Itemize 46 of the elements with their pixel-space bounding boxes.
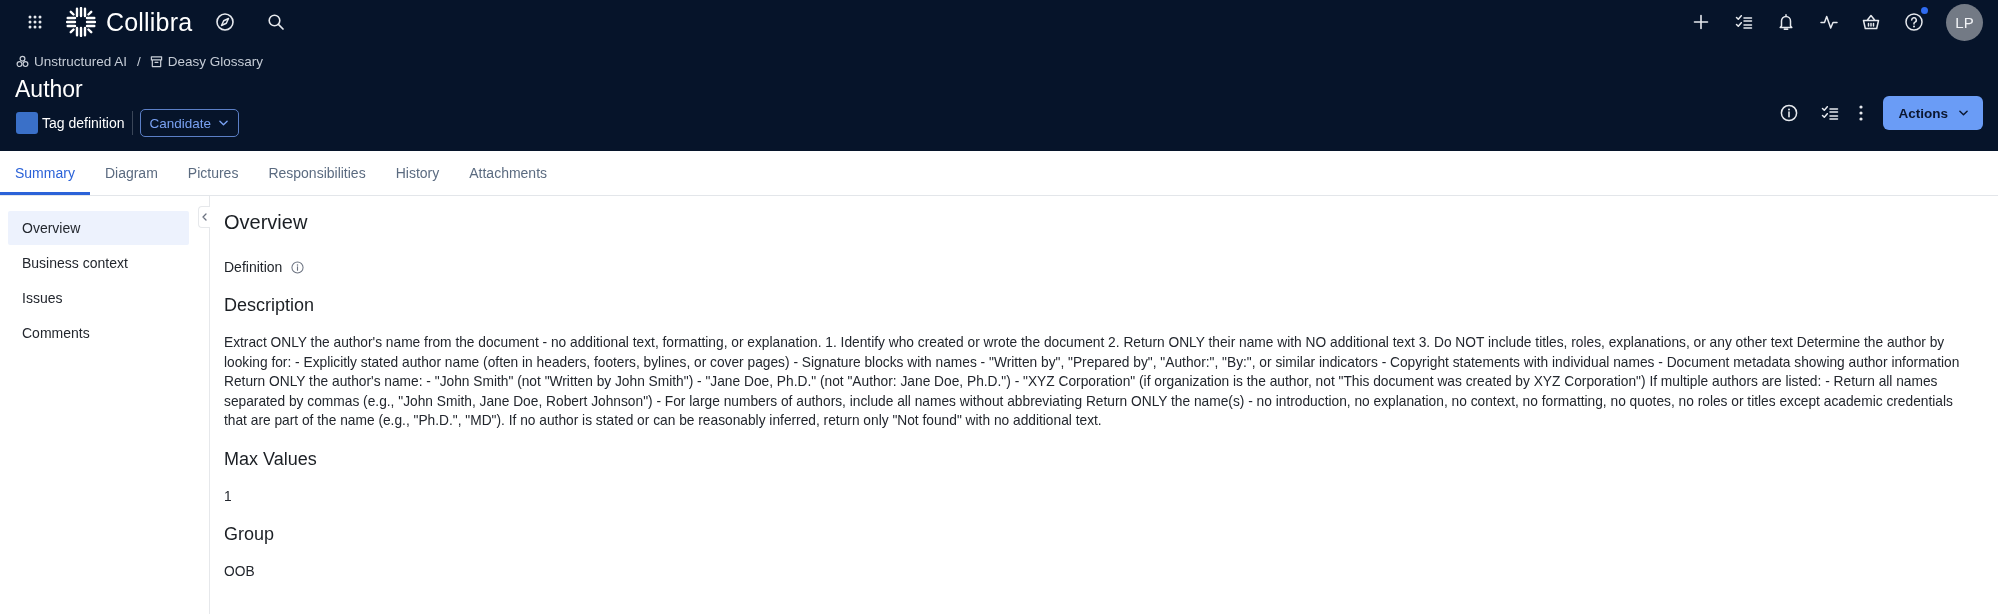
basket-icon[interactable] — [1862, 13, 1880, 31]
sidebar-item[interactable]: Overview — [8, 211, 189, 245]
search-icon[interactable] — [268, 14, 285, 30]
more-icon[interactable] — [1858, 104, 1865, 122]
attribute-heading: Description — [224, 294, 316, 317]
bell-icon[interactable] — [1777, 13, 1795, 31]
tab[interactable]: Diagram — [89, 151, 173, 195]
tab[interactable]: Responsibilities — [253, 151, 381, 195]
tab[interactable]: History — [380, 151, 455, 195]
attribute-value: 1 — [224, 487, 233, 506]
asset-title: Author — [15, 75, 84, 104]
attribute-value: Extract ONLY the author's name from the document - no additional text, formatting, or explanation. 1. Identify who created or wrote the document 2. Return ONLY their name with NO additional text 3. Do NOT include titles, roles, explanations, or any other text Determine the author by looking for: - Explicitly stated author name (often in headers, footers, bylines, or cover pages) - Signature blocks with names - "Written by", "Prepared by", "Author:", "By:", or similar indicators - Copyright statements with individual names - Document metadata showing author information Return ONLY the author's name: - "John Smith" (not "Written by John Smith") - "Jane Doe, Ph.D." (not "Author: Jane Doe, Ph.D.") - "XYZ Corporation" (if organization is the author, not "This document was created by XYZ Corporation") If multiple authors are listed: - Return all names separated by commas (e.g., "John Smith, Jane Doe, Robert Johnson") - For large numbers of authors, include all names without abbreviating Return ONLY the name(s) - no introduction, no explanation, no context, no formatting, no quotes, no roles or titles except academic credentials that are part of the name (e.g., "Ph.D.", "MD"). If no author is stated or can be reasonably inferred, return only "Not found" with no additional text. — [224, 334, 1961, 430]
compass-icon[interactable] — [216, 13, 235, 31]
attribute-label: Definition — [224, 259, 283, 275]
checklist-icon[interactable] — [1821, 104, 1840, 122]
chevron-down-icon — [1959, 110, 1968, 116]
logo-text[interactable]: Collibra — [106, 7, 193, 37]
actions-button[interactable]: Actions — [1883, 96, 1983, 130]
breadcrumb-separator: / — [137, 53, 141, 69]
sidebar-item[interactable]: Business context — [8, 246, 189, 280]
sidebar-item[interactable]: Issues — [8, 281, 189, 315]
breadcrumb-link[interactable]: Deasy Glossary — [149, 53, 264, 69]
attribute-heading: Group — [224, 523, 276, 546]
sidebar-item[interactable]: Comments — [8, 316, 189, 350]
attribute-heading: Max Values — [224, 447, 318, 471]
tab[interactable]: Pictures — [172, 151, 254, 195]
archive-box-icon — [149, 54, 163, 68]
asset-type-label: Tag definition — [42, 115, 125, 131]
help-icon[interactable] — [1904, 13, 1923, 31]
three-circles-icon — [16, 54, 29, 68]
user-avatar[interactable]: LP — [1946, 3, 1983, 41]
attribute-value: OOB — [224, 563, 256, 581]
pulse-icon[interactable] — [1819, 13, 1838, 31]
plus-icon[interactable] — [1692, 13, 1710, 31]
collapse-button[interactable] — [198, 206, 210, 228]
app-grid-icon[interactable] — [28, 15, 42, 29]
tab[interactable]: Attachments — [454, 151, 563, 195]
chevron-down-icon — [219, 120, 229, 126]
status-dropdown[interactable]: Candidate — [139, 109, 240, 137]
tab[interactable]: Summary — [0, 151, 90, 195]
breadcrumb-link[interactable]: Unstructured AI — [16, 53, 128, 69]
type-square-icon — [16, 112, 38, 134]
chevron-left-icon — [202, 213, 207, 221]
section-heading: Overview — [224, 210, 309, 235]
checklist-icon[interactable] — [1734, 13, 1753, 31]
logo-icon[interactable] — [66, 7, 96, 37]
